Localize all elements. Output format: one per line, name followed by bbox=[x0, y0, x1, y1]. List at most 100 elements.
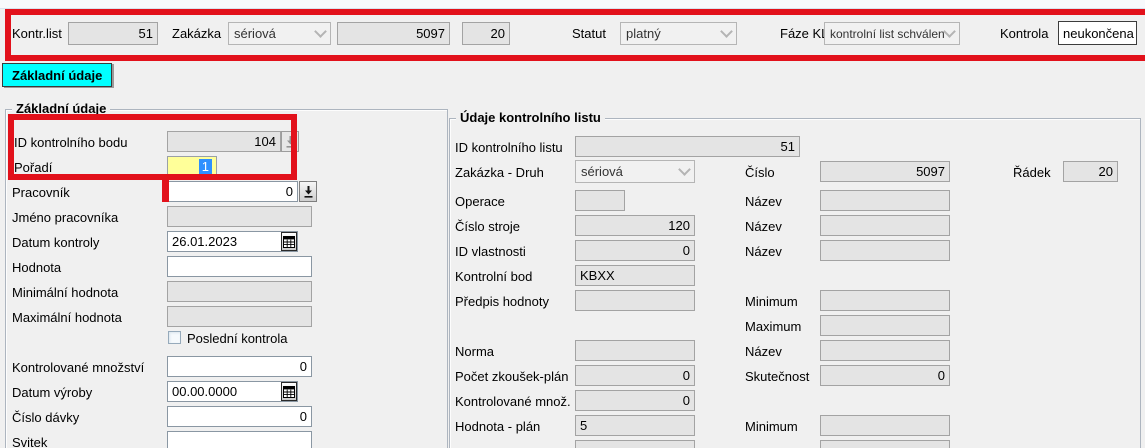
maximum-predpis-field bbox=[820, 315, 950, 336]
statut-select[interactable]: platný bbox=[620, 22, 737, 45]
min-hodnota-label: Minimální hodnota bbox=[12, 285, 118, 301]
zakazka-druh-select-2[interactable]: sériová bbox=[575, 160, 695, 183]
statut-label: Statut bbox=[572, 26, 606, 42]
id-listu-field: 51 bbox=[575, 136, 800, 157]
zakazka-druh-value-2: sériová bbox=[581, 164, 623, 179]
radek-field: 20 bbox=[1063, 161, 1118, 182]
left-group-title: Základní údaje bbox=[12, 101, 110, 116]
skutecnost-field: 0 bbox=[820, 365, 950, 386]
svitek-input[interactable] bbox=[167, 431, 312, 448]
hodnota-label: Hodnota bbox=[12, 260, 61, 276]
maximum-predpis-label: Maximum bbox=[745, 319, 801, 335]
id-vlastnosti-field: 0 bbox=[575, 240, 695, 261]
cislo-field: 5097 bbox=[820, 161, 950, 182]
id-listu-label: ID kontrolního listu bbox=[455, 140, 563, 156]
tab-label: Základní údaje bbox=[12, 68, 102, 83]
zakazka-druh-label: Zakázka - Druh bbox=[455, 165, 544, 181]
chevron-down-icon bbox=[720, 25, 733, 38]
calendar-icon bbox=[283, 386, 295, 398]
zakazka-label: Zakázka bbox=[172, 26, 221, 42]
nazev-operace-field bbox=[820, 190, 950, 211]
datum-kontroly-calendar-button[interactable] bbox=[281, 232, 297, 251]
faze-kl-label: Fáze KL bbox=[780, 26, 828, 42]
posledni-kontrola-checkbox[interactable] bbox=[168, 331, 181, 344]
pracovnik-input[interactable]: 0 bbox=[167, 181, 298, 202]
cislo-stroje-field: 120 bbox=[575, 215, 695, 236]
cislo-label: Číslo bbox=[745, 165, 775, 181]
nazev-vlastnosti-label: Název bbox=[745, 244, 782, 260]
max-hodnota-label: Maximální hodnota bbox=[12, 310, 122, 326]
minimum-predpis-field bbox=[820, 290, 950, 311]
faze-kl-value: kontrolní list schválen bbox=[830, 27, 945, 41]
norma-field bbox=[575, 340, 695, 361]
pracovnik-lookup-button[interactable] bbox=[299, 181, 317, 202]
cislo-stroje-label: Číslo stroje bbox=[455, 219, 520, 235]
nazev-normy-label: Název bbox=[745, 344, 782, 360]
arrow-down-underline-icon bbox=[286, 136, 295, 148]
cislo-davky-input[interactable]: 0 bbox=[167, 406, 312, 427]
kontrolni-list-form: Kontr.list 51 Zakázka sériová 5097 20 St… bbox=[0, 0, 1145, 448]
datum-vyroby-label: Datum výroby bbox=[12, 385, 92, 401]
zakazka-cislo-field: 5097 bbox=[337, 22, 450, 45]
datum-kontroly-input[interactable]: 26.01.2023 bbox=[167, 231, 298, 252]
jmeno-field bbox=[167, 206, 312, 227]
poradi-input[interactable]: 1 bbox=[167, 156, 217, 177]
minimum-predpis-label: Minimum bbox=[745, 294, 798, 310]
id-bodu-label: ID kontrolního bodu bbox=[14, 135, 127, 151]
partial-bottom-field bbox=[820, 440, 950, 448]
datum-vyroby-input[interactable]: 00.00.0000 bbox=[167, 381, 298, 402]
norma-label: Norma bbox=[455, 344, 494, 360]
zakazka-druh-select[interactable]: sériová bbox=[228, 22, 331, 45]
operace-field bbox=[575, 190, 625, 211]
nazev-operace-label: Název bbox=[745, 194, 782, 210]
hodnota-plan-label: Hodnota - plán bbox=[455, 419, 540, 435]
nazev-stroje-label: Název bbox=[745, 219, 782, 235]
kontr-list-label: Kontr.list bbox=[12, 26, 62, 42]
posledni-kontrola-label: Poslední kontrola bbox=[187, 331, 287, 347]
cislo-davky-label: Číslo dávky bbox=[12, 410, 79, 426]
kontrolovane-mnoz-label: Kontrolované množ. bbox=[455, 394, 571, 410]
statut-value: platný bbox=[626, 26, 661, 41]
chevron-down-icon bbox=[314, 25, 327, 38]
datum-vyroby-calendar-button[interactable] bbox=[281, 382, 297, 401]
right-group-title: Údaje kontrolního listu bbox=[456, 110, 605, 125]
hodnota-plan-field: 5 bbox=[575, 415, 695, 436]
kontrola-label: Kontrola bbox=[1000, 26, 1048, 42]
window-top-edge bbox=[0, 0, 1145, 9]
tab-zakladni-udaje[interactable]: Základní údaje bbox=[2, 63, 112, 87]
faze-kl-select[interactable]: kontrolní list schválen bbox=[824, 22, 960, 45]
min-hodnota-field bbox=[167, 281, 312, 302]
skutecnost-label: Skutečnost bbox=[745, 369, 809, 385]
nazev-stroje-field bbox=[820, 215, 950, 236]
calendar-icon bbox=[283, 236, 295, 248]
predpis-hodnoty-field bbox=[575, 290, 695, 311]
kontrola-field[interactable]: neukončena bbox=[1058, 21, 1137, 45]
chevron-down-icon bbox=[943, 25, 956, 38]
kontrolni-bod-field: KBXX bbox=[575, 265, 695, 286]
zakazka-radek-field: 20 bbox=[462, 22, 510, 45]
kontr-list-field: 51 bbox=[68, 22, 158, 45]
operace-label: Operace bbox=[455, 194, 505, 210]
kontrolovane-mnozstvi-input[interactable]: 0 bbox=[167, 356, 312, 377]
chevron-down-icon bbox=[678, 163, 691, 176]
id-bodu-field: 104 bbox=[167, 131, 281, 152]
partial-bottom-field bbox=[575, 440, 695, 448]
pracovnik-label: Pracovník bbox=[12, 185, 70, 201]
selected-text: 1 bbox=[199, 159, 212, 174]
datum-kontroly-label: Datum kontroly bbox=[12, 235, 99, 251]
jmeno-label: Jméno pracovníka bbox=[12, 210, 118, 226]
max-hodnota-field bbox=[167, 306, 312, 327]
minimum-plan-label: Minimum bbox=[745, 419, 798, 435]
svitek-label: Svitek bbox=[12, 435, 47, 448]
minimum-plan-field bbox=[820, 415, 950, 436]
predpis-hodnoty-label: Předpis hodnoty bbox=[455, 294, 549, 310]
kontrolni-bod-label: Kontrolní bod bbox=[455, 269, 532, 285]
arrow-down-underline-icon bbox=[304, 186, 313, 198]
id-bodu-lookup-button bbox=[281, 131, 299, 152]
hodnota-input[interactable] bbox=[167, 256, 312, 277]
kontrolovane-mnoz-field: 0 bbox=[575, 390, 695, 411]
nazev-vlastnosti-field bbox=[820, 240, 950, 261]
nazev-normy-field bbox=[820, 340, 950, 361]
kontrolovane-mnozstvi-label: Kontrolované množství bbox=[12, 360, 144, 376]
zakazka-druh-value: sériová bbox=[234, 26, 276, 41]
